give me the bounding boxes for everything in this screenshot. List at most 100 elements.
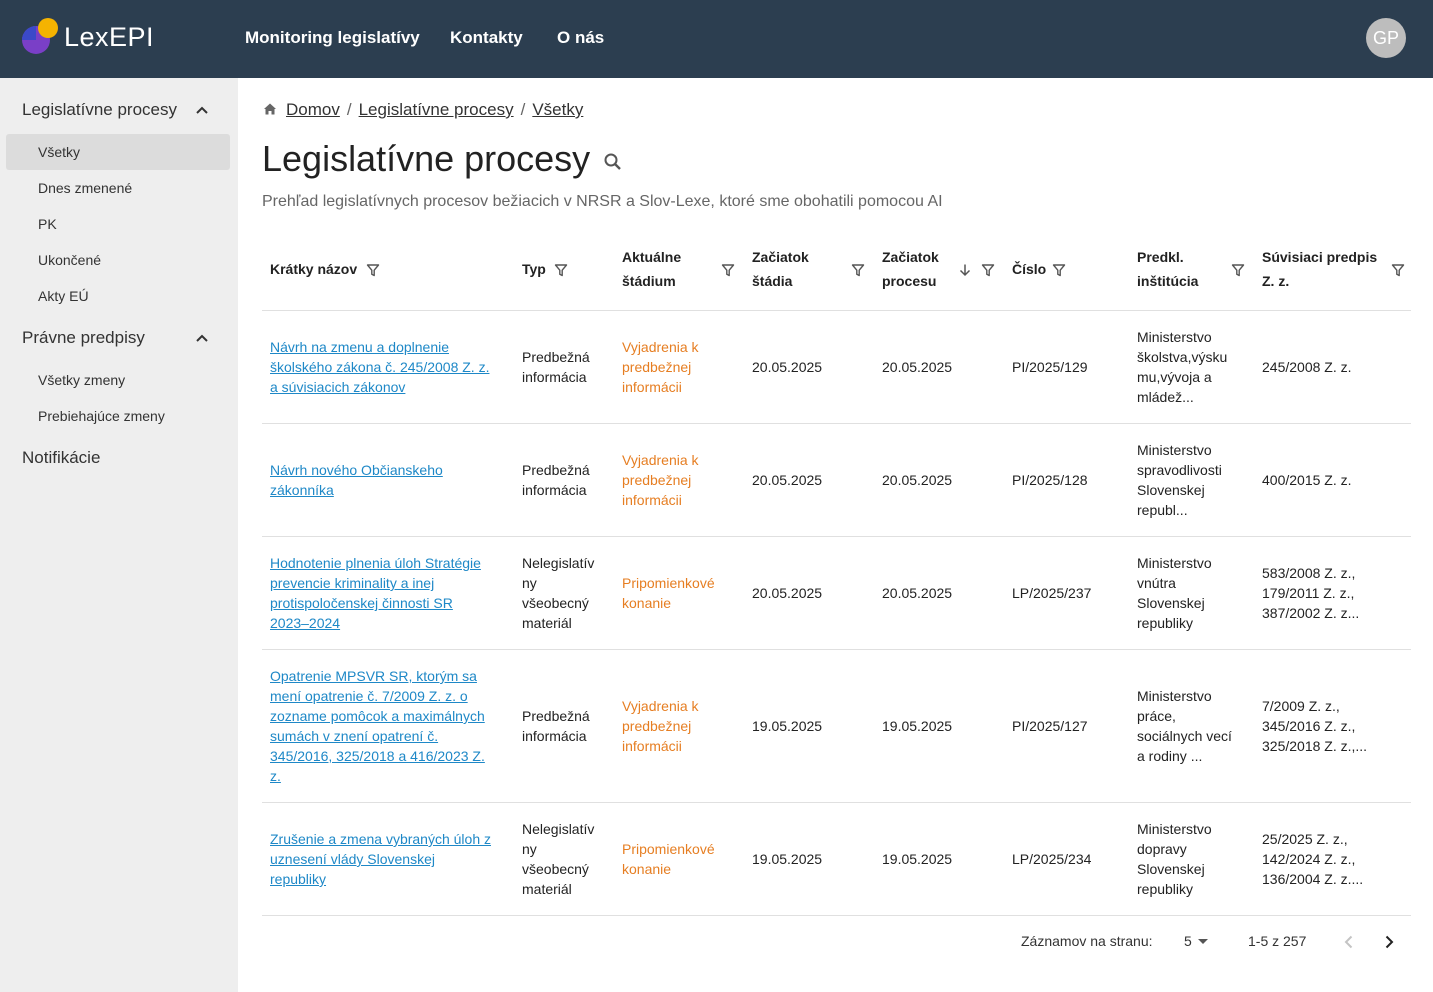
cell-line: LP/2025/237 [1012, 585, 1092, 601]
cell-type: Predbežná informácia [522, 706, 590, 746]
cell-number: LP/2025/234 [1012, 849, 1091, 869]
sidebar-section-notifikacie[interactable]: Notifikácie [22, 448, 100, 468]
cell-type: Nelegislatív ny všeobecný materiál [522, 819, 594, 899]
cell-short-name[interactable]: Návrh nového Občianskeho zákonníka [270, 460, 443, 500]
cell-type: Predbežná informácia [522, 347, 590, 387]
cell-line: Návrh nového Občianskeho [270, 462, 443, 478]
column-header-institution[interactable]: Predkl. inštitúcia [1137, 245, 1198, 293]
chevron-up-icon[interactable] [194, 102, 210, 118]
chevron-up-icon[interactable] [194, 330, 210, 346]
filter-icon[interactable] [554, 263, 568, 277]
cell-line: 2023–2024 [270, 615, 341, 631]
cell-related: 245/2008 Z. z. [1262, 357, 1352, 377]
nav-o-nas[interactable]: O nás [557, 28, 604, 48]
sidebar-section-pravne-predpisy[interactable]: Právne predpisy [22, 328, 145, 348]
cell-line: predbežnej [622, 359, 692, 375]
cell-line: konanie [622, 861, 672, 877]
search-icon[interactable] [603, 152, 623, 172]
cell-line: Zrušenie a zmena vybraných úloh z [270, 831, 491, 847]
column-header-stage-start[interactable]: Začiatok štádia [752, 245, 809, 293]
breadcrumb-separator: / [346, 100, 352, 119]
table-row-divider [262, 536, 1411, 537]
cell-line: Vyjadrenia k [622, 698, 699, 714]
column-header-type[interactable]: Typ [522, 257, 546, 281]
cell-line: informácia [522, 369, 587, 385]
filter-icon[interactable] [721, 263, 735, 277]
sidebar-item-vsetky-zmeny[interactable]: Všetky zmeny [6, 362, 230, 398]
filter-icon[interactable] [366, 263, 380, 277]
cell-stage-start: 19.05.2025 [752, 849, 822, 869]
sidebar-section-legislativne-procesy[interactable]: Legislatívne procesy [22, 100, 177, 120]
column-header-label: Z. z. [1262, 273, 1290, 289]
cell-line: informácii [622, 492, 682, 508]
sidebar-item-prebiehajuce-zmeny[interactable]: Prebiehajúce zmeny [6, 398, 230, 434]
cell-line: Pripomienkové [622, 841, 715, 857]
filter-icon[interactable] [851, 263, 865, 277]
breadcrumb-legislativne-procesy[interactable]: Legislatívne procesy [359, 100, 514, 119]
cell-line: vnútra [1137, 575, 1176, 591]
cell-line: dopravy [1137, 841, 1187, 857]
cell-line: informácii [622, 738, 682, 754]
page-title: Legislatívne procesy [262, 138, 591, 179]
logo-text[interactable]: LexEPI [64, 22, 154, 53]
column-header-stage[interactable]: Aktuálne štádium [622, 245, 681, 293]
column-header-label: Aktuálne [622, 249, 682, 265]
filter-icon[interactable] [1052, 263, 1066, 277]
cell-line: spravodlivosti [1137, 462, 1222, 478]
cell-institution: Ministerstvo dopravy Slovenskej republiky [1137, 819, 1212, 899]
cell-line: Slovenskej [1137, 595, 1205, 611]
cell-short-name[interactable]: Hodnotenie plnenia úloh Stratégie prevenc… [270, 553, 481, 633]
cell-line: mládež... [1137, 389, 1194, 405]
rows-per-page-select[interactable]: 5 [1184, 933, 1192, 949]
cell-stage-start: 20.05.2025 [752, 357, 822, 377]
column-header-label: štádium [622, 273, 676, 289]
chevron-left-icon[interactable] [1339, 932, 1359, 952]
user-avatar[interactable]: GP [1366, 18, 1406, 58]
nav-kontakty[interactable]: Kontakty [450, 28, 523, 48]
filter-icon[interactable] [1391, 263, 1405, 277]
lexepi-logo-icon[interactable] [22, 18, 58, 54]
cell-line: republ... [1137, 502, 1188, 518]
cell-line: Vyjadrenia k [622, 452, 699, 468]
column-header-short-name[interactable]: Krátky názov [270, 257, 357, 281]
filter-icon[interactable] [1231, 263, 1245, 277]
sidebar-item-ukoncene[interactable]: Ukončené [6, 242, 230, 278]
cell-short-name[interactable]: Návrh na zmenu a doplnenie školského záko… [270, 337, 489, 397]
breadcrumb-vsetky[interactable]: Všetky [532, 100, 583, 119]
cell-line: informácia [522, 482, 587, 498]
sidebar-item-dnes-zmenene[interactable]: Dnes zmenené [6, 170, 230, 206]
filter-icon[interactable] [981, 263, 995, 277]
nav-monitoring[interactable]: Monitoring legislatívy [245, 28, 420, 48]
breadcrumb: Domov / Legislatívne procesy / Všetky [262, 100, 583, 120]
cell-line: ny [522, 575, 537, 591]
cell-process-start: 20.05.2025 [882, 583, 952, 603]
cell-line: uznesení vlády Slovenskej [270, 851, 435, 867]
sidebar-item-akty-eu[interactable]: Akty EÚ [6, 278, 230, 314]
cell-line: Predbežná [522, 462, 590, 478]
cell-line: predbežnej [622, 472, 692, 488]
cell-stage-start: 20.05.2025 [752, 583, 822, 603]
cell-line: všeobecný [522, 861, 589, 877]
sort-descending-icon[interactable] [958, 263, 972, 277]
cell-line: 142/2024 Z. z., [1262, 851, 1356, 867]
cell-line: Pripomienkové [622, 575, 715, 591]
cell-line: Ministerstvo [1137, 688, 1212, 704]
breadcrumb-domov[interactable]: Domov [286, 100, 340, 119]
sidebar-item-vsetky[interactable]: Všetky [6, 134, 230, 170]
sidebar: Legislatívne procesy Všetky Dnes zmenené… [0, 78, 238, 992]
cell-short-name[interactable]: Opatrenie MPSVR SR, ktorým sa mení opatre… [270, 666, 485, 786]
cell-institution: Ministerstvo školstva,výsku mu,vývoja a mlá… [1137, 327, 1227, 407]
column-header-label: Predkl. [1137, 249, 1184, 265]
table-header-divider [262, 310, 1411, 311]
column-header-related[interactable]: Súvisiaci predpis Z. z. [1262, 245, 1377, 293]
cell-short-name[interactable]: Zrušenie a zmena vybraných úloh z uznesen… [270, 829, 491, 889]
caret-down-icon[interactable] [1198, 939, 1208, 944]
column-header-process-start[interactable]: Začiatok procesu [882, 245, 939, 293]
cell-line: Nelegislatív [522, 821, 595, 837]
chevron-right-icon[interactable] [1379, 932, 1399, 952]
cell-process-start: 19.05.2025 [882, 716, 952, 736]
cell-line: zozname pomôcok a maximálnych [270, 708, 485, 724]
sidebar-item-pk[interactable]: PK [6, 206, 230, 242]
cell-line: 19.05.2025 [752, 851, 823, 867]
column-header-number[interactable]: Číslo [1012, 257, 1046, 281]
